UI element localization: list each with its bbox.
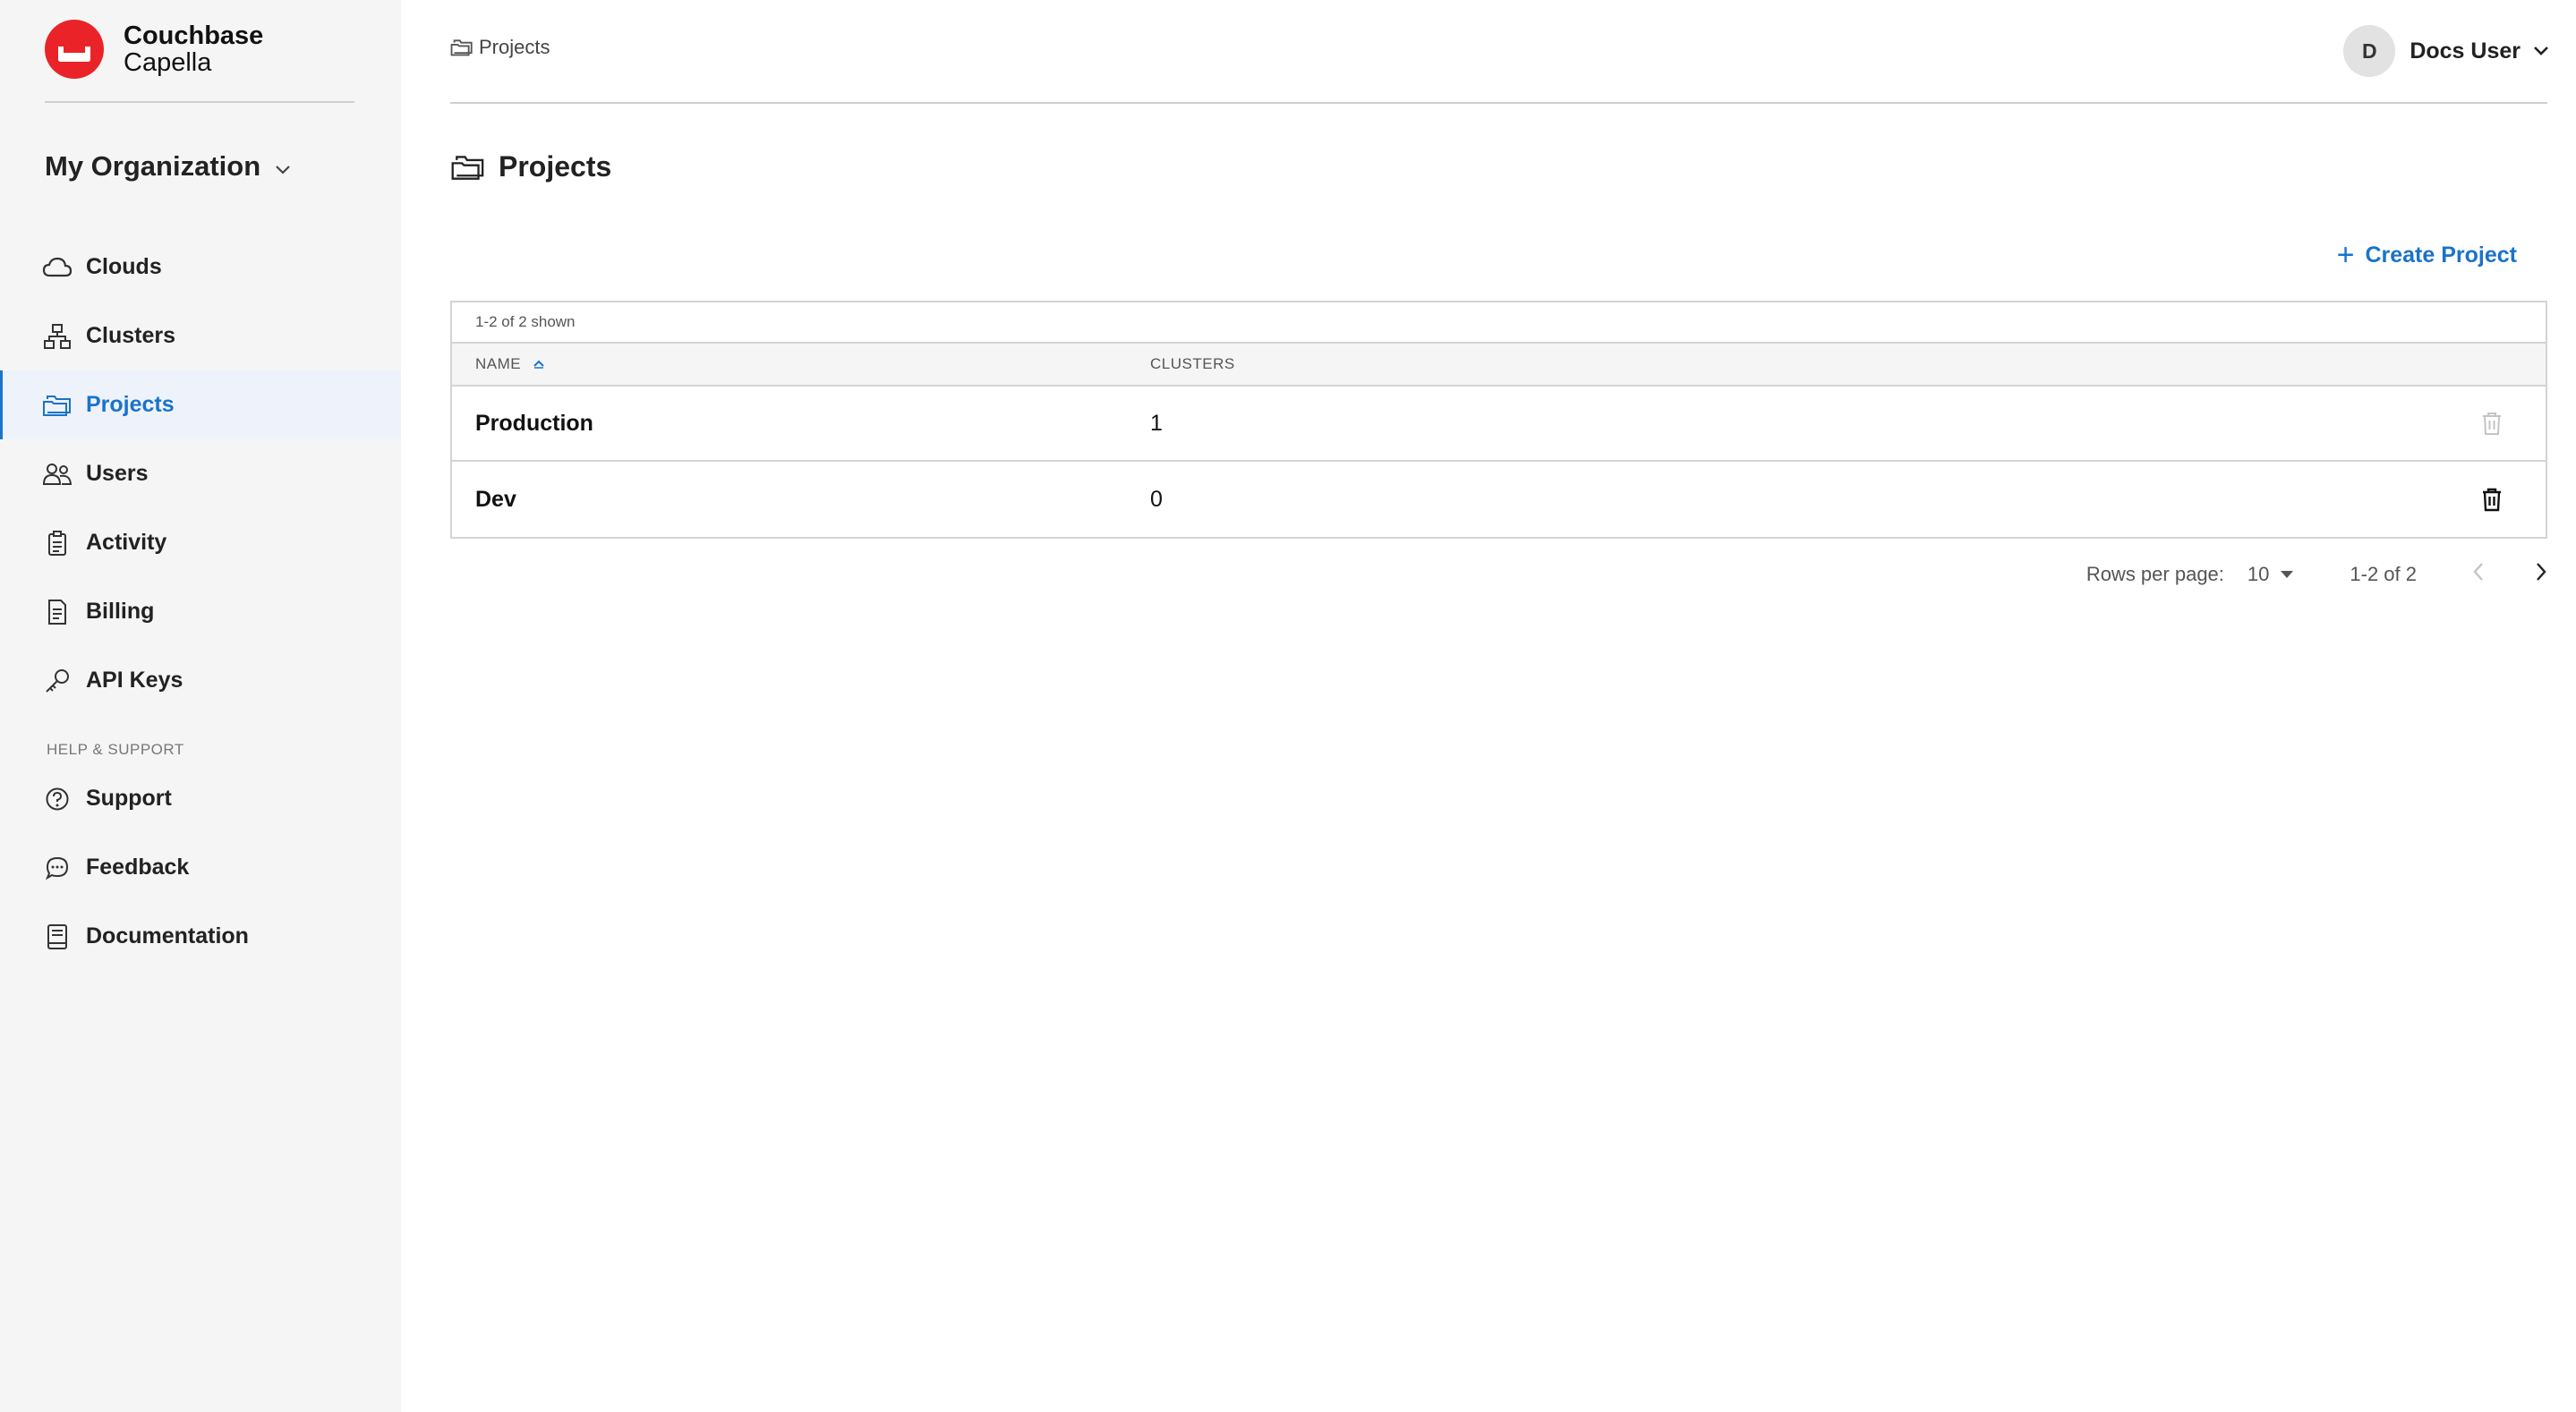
help-circle-icon — [41, 783, 73, 815]
projects-table: 1-2 of 2 shown NAME CLUSTERS Production … — [450, 301, 2547, 539]
sidebar-item-label: Feedback — [86, 855, 190, 880]
plus-icon: + — [2336, 238, 2355, 272]
sidebar-item-users[interactable]: Users — [0, 439, 401, 508]
brand-product: Capella — [124, 48, 212, 77]
sidebar-item-activity[interactable]: Activity — [0, 508, 401, 577]
breadcrumb-label: Projects — [479, 36, 550, 58]
next-page-button[interactable] — [2535, 562, 2547, 587]
sidebar-item-billing[interactable]: Billing — [0, 577, 401, 646]
column-header-clusters[interactable]: CLUSTERS — [1150, 355, 2438, 373]
sidebar-item-label: API Keys — [86, 668, 183, 693]
brand[interactable]: Couchbase Capella — [45, 20, 263, 79]
pagination: Rows per page: 10 1-2 of 2 — [2086, 562, 2547, 587]
chevron-left-icon — [2472, 562, 2485, 587]
user-menu[interactable]: D Docs User — [2343, 25, 2549, 77]
folder-icon — [41, 389, 73, 421]
clusters-icon — [41, 320, 73, 353]
chevron-down-icon — [275, 150, 291, 183]
user-name: Docs User — [2410, 38, 2521, 64]
breadcrumb[interactable]: Projects — [450, 36, 550, 59]
sidebar-item-label: Projects — [86, 392, 175, 417]
trash-icon — [2481, 411, 2503, 436]
project-cluster-count: 0 — [1150, 486, 1163, 512]
create-project-button[interactable]: + Create Project — [2337, 240, 2517, 270]
previous-page-button[interactable] — [2472, 562, 2485, 587]
sidebar-item-label: Activity — [86, 530, 167, 555]
page-title-text: Projects — [499, 150, 612, 183]
main-nav: Clouds Clusters Projects Users Activity — [0, 233, 401, 715]
table-row[interactable]: Dev 0 — [452, 462, 2546, 537]
billing-icon — [41, 596, 73, 628]
chevron-down-icon — [2533, 46, 2549, 56]
column-header-name[interactable]: NAME — [452, 355, 1150, 373]
activity-icon — [41, 527, 73, 559]
sidebar-item-support[interactable]: Support — [0, 764, 401, 833]
header-divider — [450, 102, 2547, 104]
table-header: NAME CLUSTERS — [452, 344, 2546, 387]
rows-per-page-select[interactable]: 10 — [2248, 563, 2294, 586]
sort-ascending-icon[interactable] — [532, 359, 546, 370]
help-nav: Support Feedback Documentation — [0, 764, 401, 971]
cloud-icon — [41, 251, 73, 284]
project-cluster-count: 1 — [1150, 410, 1163, 436]
chevron-right-icon — [2535, 562, 2547, 587]
chat-icon — [41, 852, 73, 884]
sidebar-item-documentation[interactable]: Documentation — [0, 902, 401, 971]
book-icon — [41, 921, 73, 953]
table-count: 1-2 of 2 shown — [452, 302, 2546, 344]
folder-icon — [450, 154, 486, 181]
table-row[interactable]: Production 1 — [452, 387, 2546, 462]
sidebar-item-label: Documentation — [86, 923, 249, 948]
create-project-label: Create Project — [2365, 242, 2517, 268]
users-icon — [41, 458, 73, 490]
sidebar-item-label: Clusters — [86, 323, 176, 348]
sidebar: Couchbase Capella My Organization Clouds… — [0, 0, 401, 1412]
couchbase-logo-icon — [45, 20, 104, 79]
help-section-label: HELP & SUPPORT — [47, 741, 184, 758]
trash-icon[interactable] — [2481, 487, 2503, 512]
sidebar-item-label: Support — [86, 786, 172, 811]
organization-selector[interactable]: My Organization — [45, 150, 291, 183]
column-header-label: NAME — [475, 355, 522, 372]
rows-per-page-label: Rows per page: — [2086, 563, 2224, 585]
organization-name: My Organization — [45, 150, 261, 182]
page-title: Projects — [450, 150, 611, 183]
brand-divider — [45, 101, 354, 103]
sidebar-item-clusters[interactable]: Clusters — [0, 302, 401, 370]
folder-icon — [450, 38, 473, 56]
brand-name: Couchbase — [124, 21, 264, 50]
sidebar-item-label: Clouds — [86, 254, 162, 279]
key-icon — [41, 665, 73, 697]
caret-down-icon — [2280, 570, 2294, 579]
rows-per-page-value: 10 — [2247, 563, 2270, 585]
project-name[interactable]: Dev — [452, 487, 1150, 513]
sidebar-item-feedback[interactable]: Feedback — [0, 833, 401, 902]
sidebar-item-api-keys[interactable]: API Keys — [0, 646, 401, 715]
sidebar-item-clouds[interactable]: Clouds — [0, 233, 401, 302]
sidebar-item-label: Users — [86, 461, 149, 486]
sidebar-item-projects[interactable]: Projects — [0, 370, 401, 439]
project-name[interactable]: Production — [452, 411, 1150, 437]
page-range: 1-2 of 2 — [2350, 563, 2417, 585]
avatar: D — [2343, 25, 2396, 77]
sidebar-item-label: Billing — [86, 599, 155, 624]
